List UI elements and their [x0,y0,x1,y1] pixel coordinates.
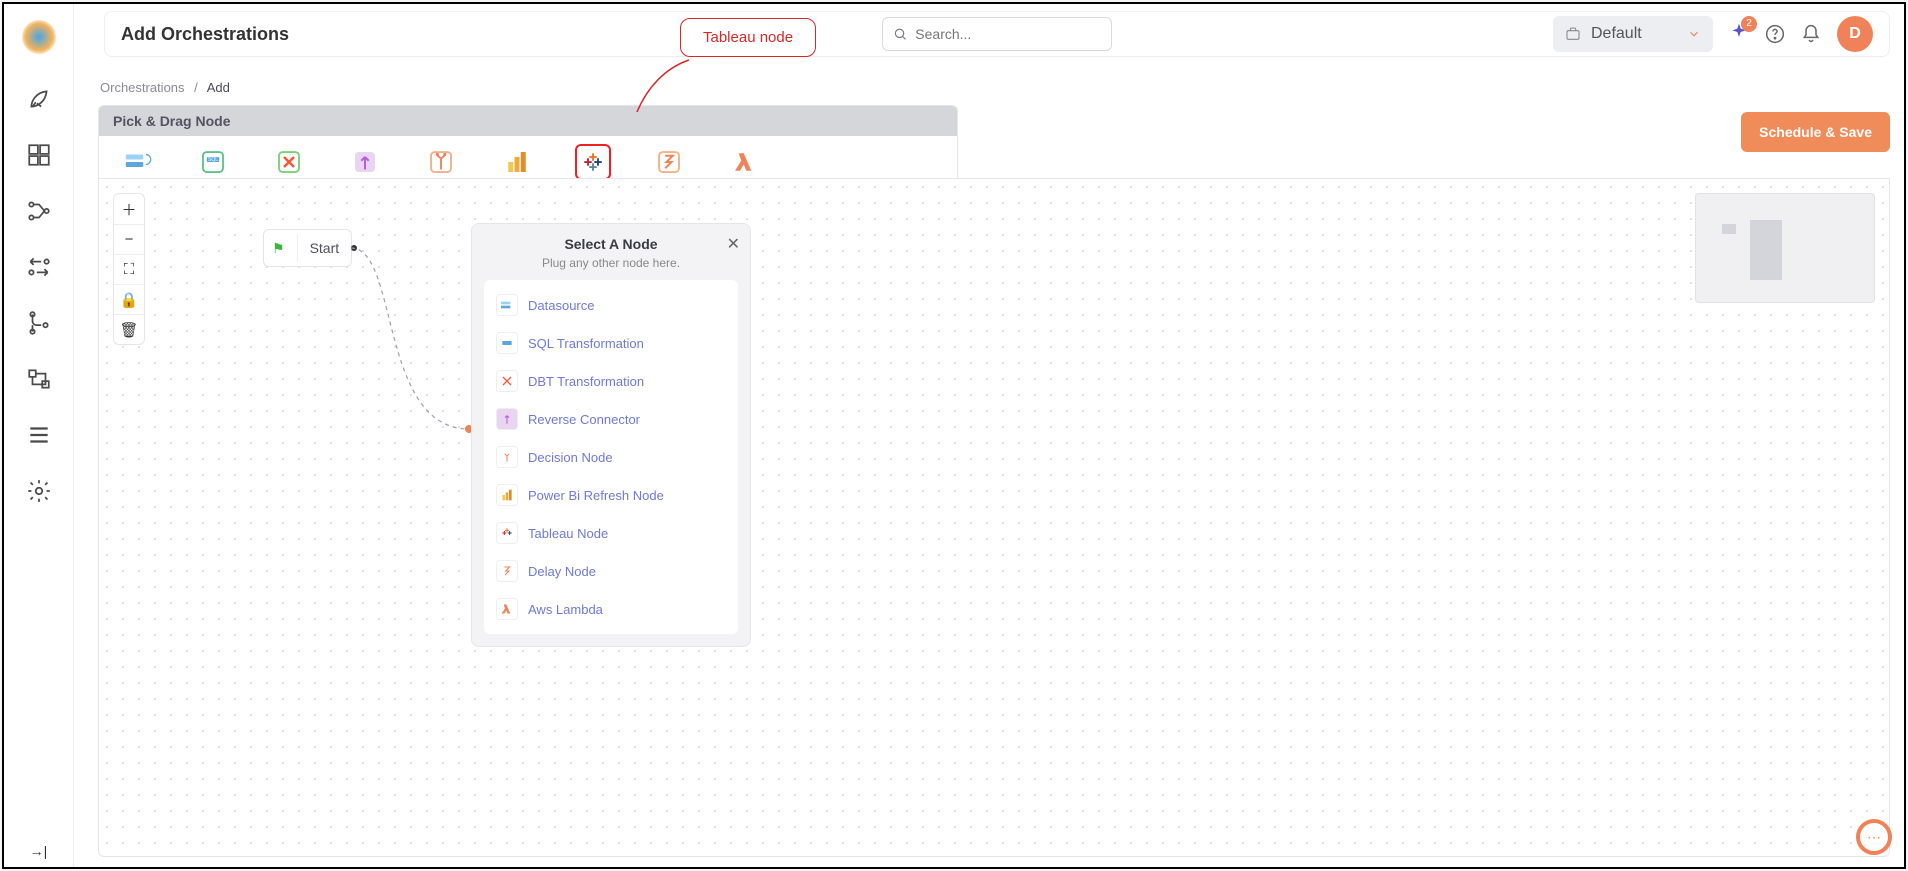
rocket-icon[interactable] [26,86,52,112]
annotation-callout: Tableau node [680,18,816,57]
chevron-down-icon [1687,27,1701,41]
node-palette: Pick & Drag Node SQL [98,105,958,189]
transform-icon[interactable] [26,254,52,280]
palette-decision[interactable] [423,144,459,180]
ai-sparkle-button[interactable]: 2 [1729,22,1749,47]
delete-button[interactable]: 🗑 [114,314,144,344]
briefcase-icon [1565,26,1581,42]
palette-powerbi[interactable] [499,144,535,180]
palette-datasource[interactable] [119,144,155,180]
branch-icon[interactable] [26,310,52,336]
user-avatar[interactable]: D [1837,16,1873,52]
palette-delay[interactable] [651,144,687,180]
popup-item-delay[interactable]: Delay Node [484,552,738,590]
pipeline-icon[interactable] [26,198,52,224]
palette-tableau[interactable] [575,144,611,180]
zoom-in-button[interactable]: ＋ [114,194,144,224]
canvas-minimap[interactable] [1695,193,1875,303]
schedule-save-button[interactable]: Schedule & Save [1741,112,1890,152]
popup-subtitle: Plug any other node here. [484,256,738,270]
collapse-sidebar-icon[interactable]: →| [30,843,48,859]
callout-pointer [635,58,691,114]
flag-icon: ⚑ [272,240,285,257]
start-node-label: Start [310,240,340,256]
page-title: Add Orchestrations [121,24,289,45]
canvas-toolbar: ＋ − ⛶ 🔒 🗑 [113,193,145,345]
left-nav: →| [4,4,74,867]
help-icon[interactable] [1765,24,1785,44]
palette-title: Pick & Drag Node [99,106,957,136]
popup-item-decision[interactable]: Decision Node [484,438,738,476]
workspace-selected: Default [1591,25,1642,43]
breadcrumb-current: Add [207,80,230,95]
zoom-out-button[interactable]: − [114,224,144,254]
global-search[interactable] [882,17,1112,51]
popup-item-dbt[interactable]: DBT Transformation [484,362,738,400]
palette-lambda[interactable] [727,144,763,180]
popup-item-datasource[interactable]: Datasource [484,286,738,324]
select-node-popup: ✕ Select A Node Plug any other node here… [471,223,751,647]
bell-icon[interactable] [1801,24,1821,44]
popup-item-tableau[interactable]: Tableau Node [484,514,738,552]
svg-text:SQL: SQL [208,157,218,163]
breadcrumb-root[interactable]: Orchestrations [100,80,185,95]
flow-canvas[interactable]: ＋ − ⛶ 🔒 🗑 ⚑ Start ✕ Select A Node Plug a… [98,178,1890,857]
fit-view-button[interactable]: ⛶ [114,254,144,284]
popup-item-powerbi[interactable]: Power Bi Refresh Node [484,476,738,514]
palette-dbt[interactable] [271,144,307,180]
palette-sql[interactable]: SQL [195,144,231,180]
breadcrumb: Orchestrations / Add [100,80,1890,95]
start-node-output-handle[interactable] [351,245,357,251]
settings-icon[interactable] [26,478,52,504]
start-node[interactable]: ⚑ Start [263,229,352,267]
popup-item-sql[interactable]: SQL Transformation [484,324,738,362]
top-bar: Add Orchestrations Default 2 D [74,4,1904,64]
popup-title: Select A Node [484,236,738,252]
workspace-select[interactable]: Default [1553,16,1713,52]
palette-reverse-connector[interactable] [347,144,383,180]
popup-node-list: Datasource SQL Transformation DBT Transf… [484,280,738,634]
content-area: Orchestrations / Add Schedule & Save Pic… [98,74,1890,857]
search-icon [893,26,907,42]
popup-item-lambda[interactable]: Aws Lambda [484,590,738,628]
edge-start-to-placeholder [99,179,499,479]
sparkle-badge-count: 2 [1741,16,1757,32]
callout-text: Tableau node [680,18,816,57]
list-icon[interactable] [26,422,52,448]
popup-item-reverse[interactable]: Reverse Connector [484,400,738,438]
popup-close-button[interactable]: ✕ [727,234,740,254]
app-logo [20,18,58,56]
search-input[interactable] [915,26,1101,42]
dashboard-icon[interactable] [26,142,52,168]
lock-button[interactable]: 🔒 [114,284,144,314]
chat-help-button[interactable]: ⋯ [1856,819,1892,855]
orchestration-icon[interactable] [26,366,52,392]
